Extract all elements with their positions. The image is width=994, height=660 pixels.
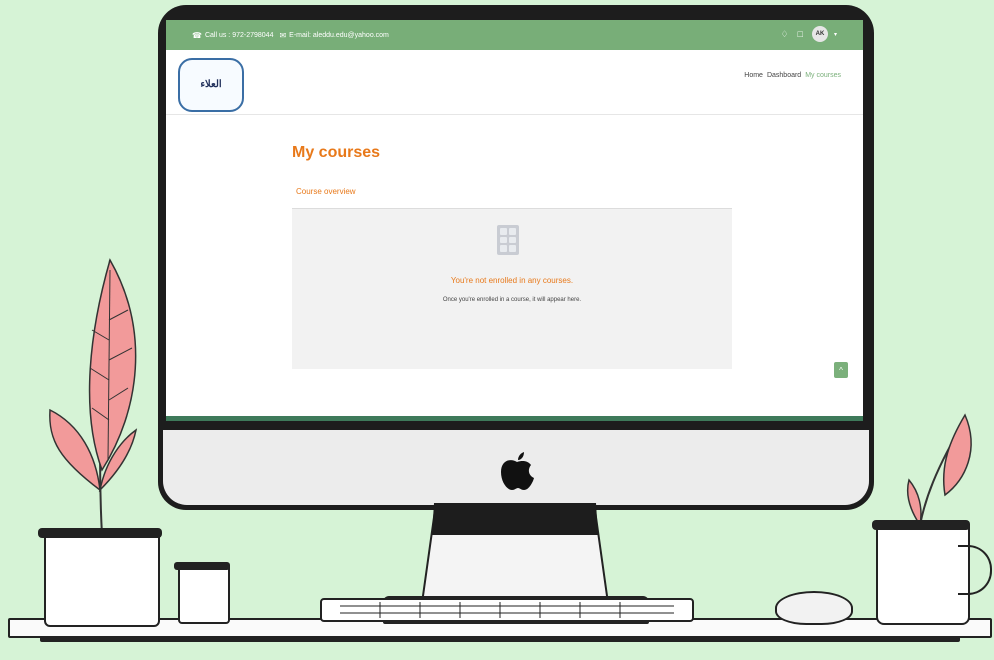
right-plant-illustration	[906, 413, 972, 527]
course-overview-label: Course overview	[296, 187, 356, 196]
courses-empty-icon	[497, 225, 519, 255]
empty-state-subtitle: Once you're enrolled in a course, it wil…	[442, 297, 582, 303]
left-plant-pot-rim	[38, 528, 162, 538]
envelope-icon: ✉	[279, 30, 287, 40]
chevron-up-icon: ^	[839, 365, 843, 375]
screen-footer-bar	[166, 416, 863, 421]
small-cup-rim	[174, 562, 230, 570]
course-overview-panel: You're not enrolled in any courses. Once…	[292, 208, 732, 369]
user-menu-area: ♢ □ AK ▾	[780, 26, 837, 42]
mug-handle	[958, 545, 992, 595]
breadcrumb: Home Dashboard My courses	[744, 72, 841, 79]
bell-icon[interactable]: ♢	[780, 29, 788, 40]
left-plant-illustration	[49, 258, 138, 536]
breadcrumb-dashboard[interactable]: Dashboard	[767, 72, 801, 79]
page-title: My courses	[292, 144, 381, 161]
avatar[interactable]: AK	[811, 26, 828, 42]
keyboard-illustration	[320, 598, 694, 622]
top-info-bar: ☎ Call us : 972-2798044 ✉ E-mail: aleddu…	[166, 20, 863, 50]
desk-edge	[40, 636, 960, 642]
main-content: My courses Course overview You're not en…	[290, 114, 736, 421]
phone-text: Call us : 972-2798044	[204, 31, 274, 39]
back-to-top-button[interactable]: ^	[834, 362, 848, 378]
right-plant-pot	[876, 525, 970, 625]
breadcrumb-my-courses: My courses	[805, 72, 841, 79]
left-plant-pot	[44, 533, 160, 627]
breadcrumb-home[interactable]: Home	[744, 72, 763, 79]
mouse-illustration	[775, 591, 853, 625]
email-text[interactable]: E-mail: aleddu.edu@yahoo.com	[289, 32, 389, 39]
site-header: العلاء Home Dashboard My courses	[166, 50, 863, 115]
apple-logo-icon	[501, 452, 534, 490]
small-cup	[178, 566, 230, 624]
right-plant-pot-rim	[872, 520, 970, 530]
chevron-down-icon[interactable]: ▾	[834, 31, 837, 38]
screen: ☎ Call us : 972-2798044 ✉ E-mail: aleddu…	[166, 20, 863, 421]
phone-icon: ☎	[192, 30, 202, 40]
chat-icon[interactable]: □	[798, 29, 803, 39]
monitor-stand	[420, 503, 610, 603]
empty-state-title: You're not enrolled in any courses.	[450, 276, 574, 285]
site-logo[interactable]: العلاء	[178, 58, 244, 112]
